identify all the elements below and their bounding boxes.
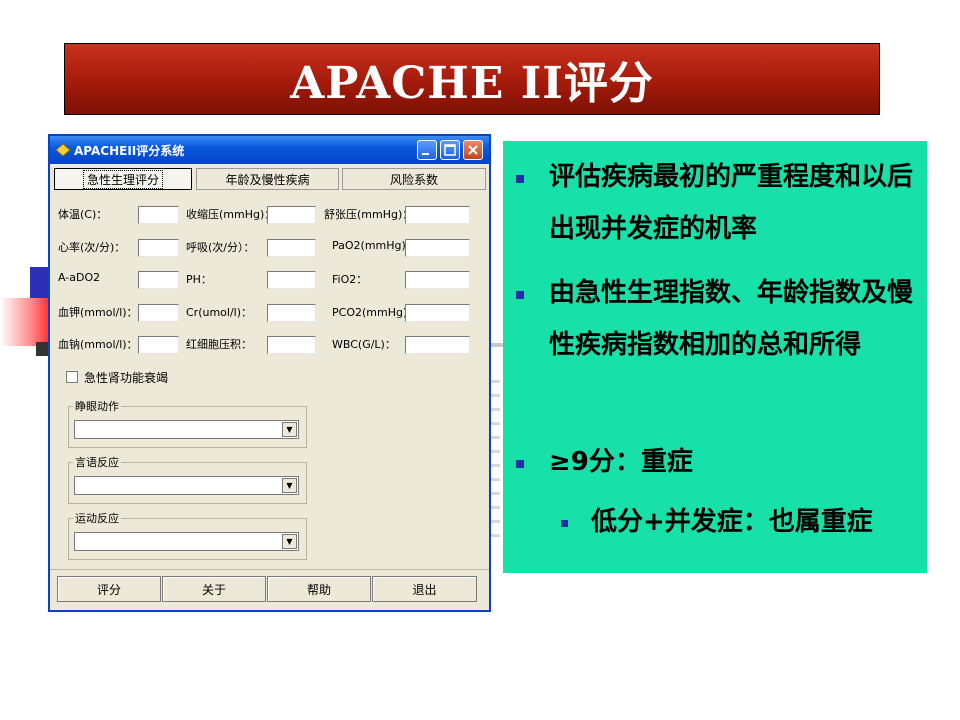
dialog-titlebar[interactable]: APACHEII评分系统 xyxy=(50,136,489,164)
decorative-red-gradient xyxy=(0,298,52,346)
verbal-response-group: 言语反应 ▼ xyxy=(68,454,307,504)
about-button[interactable]: 关于 xyxy=(162,576,266,602)
app-diamond-icon xyxy=(55,143,71,157)
a-ado2-input[interactable] xyxy=(138,271,179,289)
respiration-label: 呼吸(次/分）： xyxy=(186,241,255,254)
creatinine-label: Cr(umol/l)： xyxy=(186,306,253,319)
ph-label: PH： xyxy=(186,273,212,286)
bullet-panel: 评估疾病最初的严重程度和以后出现并发症的机率 由急性生理指数、年龄指数及慢性疾病… xyxy=(503,141,927,573)
dropdown-arrow-icon[interactable]: ▼ xyxy=(282,422,297,437)
tab-label: 风险系数 xyxy=(389,172,438,187)
pco2-input[interactable] xyxy=(405,304,470,322)
verbal-response-select[interactable]: ▼ xyxy=(74,476,299,495)
tab-age-chronic[interactable]: 年龄及慢性疾病 xyxy=(196,168,339,190)
dialog-title: APACHEII评分系统 xyxy=(74,144,185,158)
minimize-icon xyxy=(422,153,429,155)
systolic-bp-input[interactable] xyxy=(267,206,316,224)
acute-renal-failure-checkbox[interactable] xyxy=(66,371,78,383)
fio2-label: FiO2： xyxy=(332,273,368,286)
diastolic-bp-input[interactable] xyxy=(405,206,470,224)
hematocrit-label: 红细胞压积： xyxy=(186,338,252,351)
close-icon xyxy=(468,145,478,155)
score-button[interactable]: 评分 xyxy=(57,576,161,602)
acute-renal-failure-label: 急性肾功能衰竭 xyxy=(84,371,169,385)
apache-dialog-window: APACHEII评分系统 急性生理评分 年龄及慢性疾病 风险系数 体温(C)： … xyxy=(48,134,491,612)
wbc-input[interactable] xyxy=(405,336,470,354)
decorative-dotted-line xyxy=(490,380,500,540)
diastolic-bp-label: 舒张压(mmHg)： xyxy=(324,208,414,221)
ph-input[interactable] xyxy=(267,271,316,289)
close-button[interactable] xyxy=(463,140,483,160)
eye-opening-group: 睁眼动作 ▼ xyxy=(68,398,307,448)
dropdown-arrow-icon[interactable]: ▼ xyxy=(282,478,297,493)
potassium-input[interactable] xyxy=(138,304,179,322)
tab-acute-physiology[interactable]: 急性生理评分 xyxy=(54,168,192,190)
a-ado2-label: A-aDO2 xyxy=(58,271,101,284)
help-button[interactable]: 帮助 xyxy=(267,576,371,602)
dropdown-arrow-icon[interactable]: ▼ xyxy=(282,534,297,549)
creatinine-input[interactable] xyxy=(267,304,316,322)
pao2-label: PaO2(mmHg) xyxy=(332,239,406,252)
heart-rate-input[interactable] xyxy=(138,239,179,257)
bullet-marker-icon xyxy=(516,175,524,183)
bullet-severity: 评估疾病最初的严重程度和以后出现并发症的机率 xyxy=(549,162,914,244)
wbc-label: WBC(G/L)： xyxy=(332,338,396,351)
motor-response-select[interactable]: ▼ xyxy=(74,532,299,551)
tab-label: 年龄及慢性疾病 xyxy=(225,172,310,187)
bullet-marker-icon xyxy=(516,460,524,468)
temperature-label: 体温(C)： xyxy=(58,208,108,221)
dialog-tabs: 急性生理评分 年龄及慢性疾病 风险系数 xyxy=(54,168,486,190)
bullet-composition: 由急性生理指数、年龄指数及慢性疾病指数相加的总和所得 xyxy=(549,278,914,360)
pao2-input[interactable] xyxy=(405,239,470,257)
hematocrit-input[interactable] xyxy=(267,336,316,354)
title-banner: APACHE II评分 xyxy=(64,43,880,115)
exit-button[interactable]: 退出 xyxy=(372,576,477,602)
group-label: 运动反应 xyxy=(73,510,121,526)
bottom-divider xyxy=(50,569,489,570)
group-label: 言语反应 xyxy=(73,454,121,470)
temperature-input[interactable] xyxy=(138,206,179,224)
maximize-button[interactable] xyxy=(440,140,460,160)
tab-risk-factor[interactable]: 风险系数 xyxy=(342,168,486,190)
potassium-label: 血钾(mmol/l)： xyxy=(58,306,138,319)
fio2-input[interactable] xyxy=(405,271,470,289)
motor-response-group: 运动反应 ▼ xyxy=(68,510,307,560)
respiration-input[interactable] xyxy=(267,239,316,257)
sub-bullet-marker-icon xyxy=(561,520,568,527)
eye-opening-select[interactable]: ▼ xyxy=(74,420,299,439)
decorative-gray-line xyxy=(490,343,504,347)
sodium-input[interactable] xyxy=(138,336,179,354)
bullet-marker-icon xyxy=(516,291,524,299)
bullet-threshold: ≥9分：重症 xyxy=(549,447,693,477)
slide-title: APACHE II评分 xyxy=(290,58,654,109)
minimize-button[interactable] xyxy=(417,140,437,160)
tab-label: 急性生理评分 xyxy=(82,169,163,189)
sodium-label: 血钠(mmol/l)： xyxy=(58,338,138,351)
maximize-icon xyxy=(444,144,456,156)
bullet-low-score: 低分+并发症：也属重症 xyxy=(591,507,873,537)
systolic-bp-label: 收缩压(mmHg)： xyxy=(186,208,276,221)
heart-rate-label: 心率(次/分)： xyxy=(58,241,126,254)
group-label: 睁眼动作 xyxy=(73,398,121,414)
